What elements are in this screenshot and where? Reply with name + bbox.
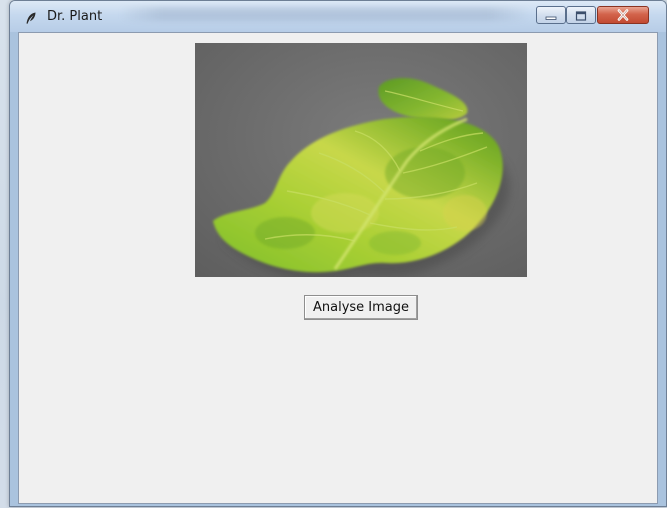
leaf-photo <box>195 43 527 277</box>
client-area: Analyse Image <box>18 32 658 504</box>
title-bar[interactable]: Dr. Plant <box>10 1 666 32</box>
minimize-button[interactable] <box>536 6 566 24</box>
close-icon <box>616 6 630 25</box>
blurred-background-text <box>120 7 530 21</box>
close-button[interactable] <box>597 6 649 24</box>
maximize-icon <box>575 6 587 25</box>
window-title: Dr. Plant <box>47 9 103 24</box>
analyse-image-button[interactable]: Analyse Image <box>304 295 418 320</box>
maximize-button[interactable] <box>566 6 596 24</box>
minimize-icon <box>545 6 557 25</box>
feather-icon <box>24 10 38 24</box>
app-window: Dr. Plant Analyse Image <box>9 0 667 507</box>
